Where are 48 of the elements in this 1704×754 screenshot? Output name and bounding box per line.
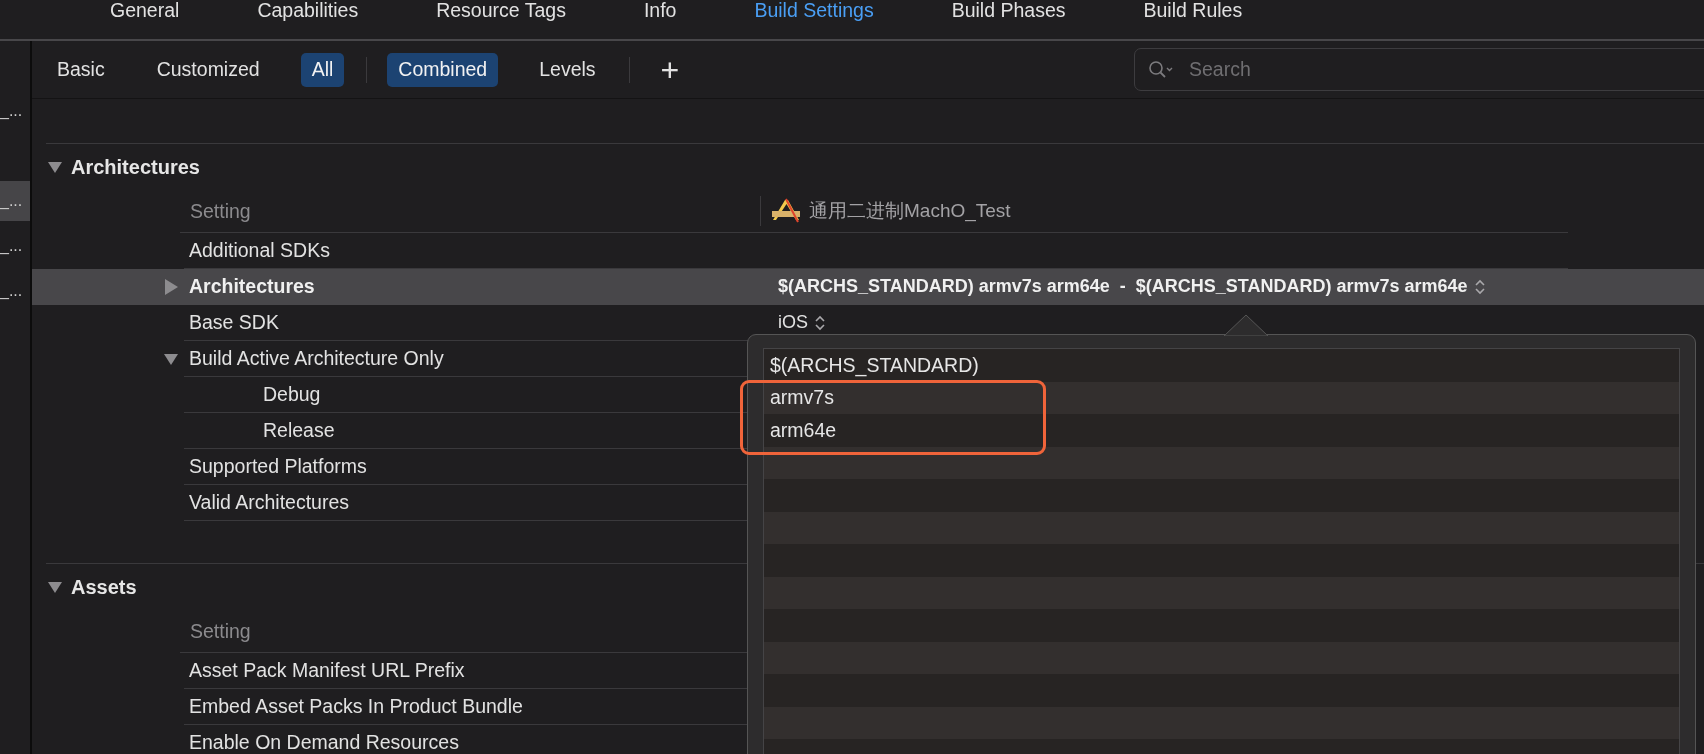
filter-button[interactable]: Customized xyxy=(145,52,271,87)
add-button[interactable]: + xyxy=(654,52,686,87)
setting-name: Release xyxy=(263,419,335,442)
section-title: Assets xyxy=(71,575,137,599)
setting-name: Base SDK xyxy=(189,311,279,334)
tab[interactable]: Info xyxy=(643,0,677,39)
setting-value: iOS xyxy=(778,312,808,333)
search-field[interactable]: Search xyxy=(1134,48,1704,91)
setting-name: Embed Asset Packs In Product Bundle xyxy=(189,695,523,718)
list-item[interactable]: arm64e xyxy=(764,414,1679,447)
tab[interactable]: Resource Tags xyxy=(436,0,566,39)
filter-button[interactable]: Basic xyxy=(46,52,116,87)
setting-name: Build Active Architecture Only xyxy=(189,347,444,370)
column-header: Setting xyxy=(190,199,251,223)
setting-name: Additional SDKs xyxy=(189,239,330,262)
setting-name: Valid Architectures xyxy=(189,491,350,514)
view-button[interactable]: Levels xyxy=(528,52,607,87)
tab[interactable]: General xyxy=(110,0,180,39)
tab[interactable]: Build Settings xyxy=(754,0,874,39)
filter-button[interactable]: All xyxy=(300,52,345,87)
tab[interactable]: Build Rules xyxy=(1143,0,1243,39)
view-button[interactable]: Combined xyxy=(387,52,499,87)
ruler-pencil-icon xyxy=(771,198,801,224)
setting-row[interactable]: Architectures $(ARCHS_STANDARD) armv7s arm64e - $(ARCHS_STANDARD) armv7s arm64e xyxy=(32,269,1704,305)
setting-name: Asset Pack Manifest URL Prefix xyxy=(189,659,465,682)
collapse-triangle-icon[interactable] xyxy=(48,580,62,594)
up-down-chevron-icon[interactable] xyxy=(1473,277,1486,296)
setting-name: Supported Platforms xyxy=(189,455,367,478)
setting-value: $(ARCHS_STANDARD) armv7s arm64e - $(ARCHS_STANDARD) armv7s arm64e xyxy=(778,276,1468,297)
sidebar-item[interactable]: _... xyxy=(0,226,30,266)
setting-name: Architectures xyxy=(189,275,315,298)
up-down-chevron-icon[interactable] xyxy=(814,313,826,332)
setting-name: Debug xyxy=(263,383,321,406)
value-list[interactable]: $(ARCHS_STANDARD) armv7s arm64e xyxy=(763,348,1680,754)
list-item[interactable]: $(ARCHS_STANDARD) xyxy=(764,349,1679,382)
collapse-triangle-icon[interactable] xyxy=(164,351,178,367)
column-header: Setting xyxy=(190,619,251,643)
tab[interactable]: Capabilities xyxy=(257,0,359,39)
sidebar-item[interactable]: _... xyxy=(0,271,30,311)
sidebar-item[interactable]: _... xyxy=(0,91,30,131)
expand-triangle-icon[interactable] xyxy=(164,279,178,295)
collapse-triangle-icon[interactable] xyxy=(48,160,62,174)
setting-name: Enable On Demand Resources xyxy=(189,731,459,754)
section-title: Architectures xyxy=(71,155,200,179)
list-item[interactable]: armv7s xyxy=(764,381,1679,414)
column-header: 通用二进制MachO_Test xyxy=(809,199,1011,224)
sidebar-item[interactable]: _... xyxy=(0,181,30,221)
tab[interactable]: Build Phases xyxy=(951,0,1066,39)
